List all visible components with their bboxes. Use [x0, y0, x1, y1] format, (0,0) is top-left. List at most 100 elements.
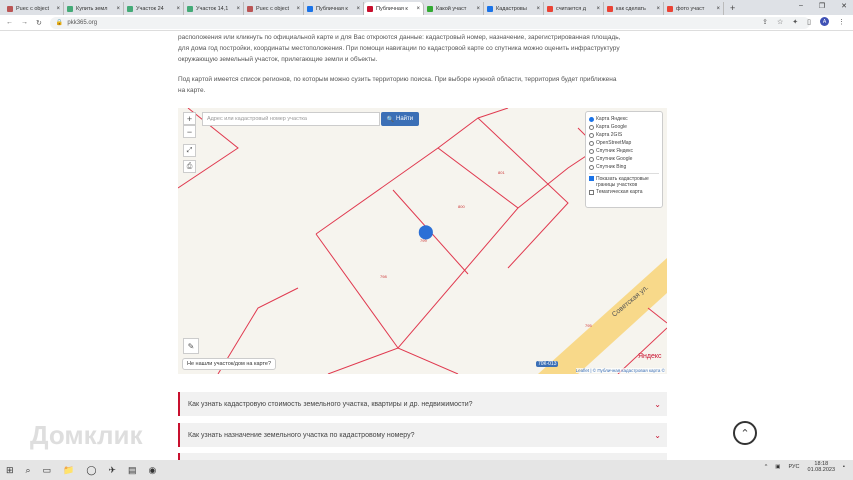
- favicon-icon: [427, 5, 433, 12]
- layer-option[interactable]: Спутник Google: [589, 155, 659, 163]
- search-input[interactable]: Адрес или кадастровый номер участка: [202, 112, 380, 126]
- layer-option[interactable]: Карта Яндекс: [589, 115, 659, 123]
- browser-tab[interactable]: Кадастровы ×: [484, 2, 544, 15]
- scroll-top-button[interactable]: ⌃: [733, 421, 757, 445]
- zoom-out-button[interactable]: −: [183, 125, 196, 138]
- thematic-option[interactable]: Тематическая карта: [589, 188, 659, 196]
- close-tab-icon[interactable]: ×: [296, 6, 300, 12]
- star-icon[interactable]: ☆: [777, 18, 783, 26]
- browser-tab[interactable]: считается д ×: [544, 2, 604, 15]
- tab-title: Рuес с object: [16, 5, 50, 12]
- close-tab-icon[interactable]: ×: [236, 6, 240, 12]
- network-icon[interactable]: ▣: [775, 464, 780, 470]
- measure-icon[interactable]: ⤢: [183, 144, 196, 157]
- road-badge: 70К-013: [536, 361, 559, 367]
- cadastral-map[interactable]: 801 800 799 798 795 Советская ул. 70К-01…: [178, 108, 667, 374]
- sidepanel-icon[interactable]: ▯: [807, 18, 811, 26]
- radio-button[interactable]: [589, 148, 594, 154]
- layer-option[interactable]: Карта Google: [589, 123, 659, 131]
- layer-label: Карта Яндекс: [596, 116, 628, 122]
- share-icon[interactable]: ⇪: [762, 18, 768, 26]
- lock-icon: 🔒: [55, 20, 64, 26]
- menu-icon[interactable]: ⋮: [838, 18, 845, 26]
- layer-option[interactable]: Карта 2GIS: [589, 131, 659, 139]
- task-view-icon[interactable]: ▭: [43, 465, 52, 476]
- favicon-icon: [127, 5, 133, 12]
- radio-button[interactable]: [589, 164, 594, 170]
- close-tab-icon[interactable]: ×: [116, 6, 120, 12]
- not-found-hint-button[interactable]: Не нашли участок/дом на карте?: [182, 358, 277, 370]
- checkbox[interactable]: [589, 176, 594, 181]
- whatsapp-icon[interactable]: ◯: [86, 465, 96, 476]
- layer-option[interactable]: Спутник Bing: [589, 163, 659, 171]
- reload-icon[interactable]: ↻: [36, 19, 42, 27]
- avatar[interactable]: А: [820, 17, 829, 26]
- browser-tab[interactable]: Купить земл ×: [64, 2, 124, 15]
- faq-item[interactable]: Как узнать кадастровую стоимость земельн…: [178, 392, 667, 416]
- layer-label: OpenStreetMap: [596, 140, 632, 146]
- show-borders-option[interactable]: Показать кадастровые границы участков: [589, 176, 659, 188]
- browser-tab[interactable]: Участок 24 ×: [124, 2, 184, 15]
- url-field[interactable]: 🔒 pkk365.org: [49, 16, 810, 29]
- close-tab-icon[interactable]: ×: [416, 6, 420, 12]
- layer-option[interactable]: OpenStreetMap: [589, 139, 659, 147]
- new-tab-button[interactable]: +: [730, 3, 735, 13]
- checkbox[interactable]: [589, 189, 594, 195]
- ruler-icon[interactable]: ✎: [183, 338, 199, 354]
- browser-tab[interactable]: Участок 14,1 ×: [184, 2, 244, 15]
- minimize-button[interactable]: –: [799, 2, 803, 10]
- browser-tab[interactable]: как сделать ×: [604, 2, 664, 15]
- close-tab-icon[interactable]: ×: [56, 6, 60, 12]
- app-icon[interactable]: ▤: [128, 465, 137, 476]
- explorer-icon[interactable]: 📁: [63, 465, 74, 476]
- close-button[interactable]: ✕: [841, 2, 847, 10]
- browser-tab[interactable]: Рuес с object ×: [244, 2, 304, 15]
- radio-button[interactable]: [589, 140, 594, 146]
- close-tab-icon[interactable]: ×: [536, 6, 540, 12]
- radio-button[interactable]: [589, 132, 594, 138]
- option-label: Показать кадастровые границы участков: [596, 176, 649, 188]
- maximize-button[interactable]: ❐: [819, 2, 825, 10]
- close-tab-icon[interactable]: ×: [656, 6, 660, 12]
- radio-button[interactable]: [589, 156, 594, 162]
- close-tab-icon[interactable]: ×: [476, 6, 480, 12]
- radio-button[interactable]: [589, 124, 594, 130]
- parcel-label: 798: [380, 274, 387, 279]
- map-attribution[interactable]: Leaflet | © Публичная кадастровая карта …: [575, 368, 665, 373]
- chrome-icon[interactable]: ◉: [148, 465, 156, 476]
- watermark: Домклик: [30, 420, 143, 450]
- favicon-icon: [67, 5, 73, 12]
- browser-tab[interactable]: фото участ ×: [664, 2, 724, 15]
- browser-tab[interactable]: Публичная к ×: [364, 2, 424, 15]
- tab-title: фото участ: [676, 5, 705, 12]
- close-tab-icon[interactable]: ×: [596, 6, 600, 12]
- browser-tab[interactable]: Какой участ ×: [424, 2, 484, 15]
- find-button[interactable]: 🔍 Найти: [381, 112, 419, 126]
- radio-button[interactable]: [589, 116, 594, 122]
- search-icon[interactable]: ⌕: [26, 465, 31, 476]
- layer-label: Спутник Bing: [596, 164, 627, 170]
- browser-tab[interactable]: Публичная к ×: [304, 2, 364, 15]
- tab-title: Публичная к: [316, 5, 348, 12]
- tab-strip: Рuес с object × Купить земл × Участок 24 × Уча…: [0, 0, 853, 15]
- close-tab-icon[interactable]: ×: [716, 6, 720, 12]
- close-tab-icon[interactable]: ×: [176, 6, 180, 12]
- clock[interactable]: 18:18 01.08.2023: [808, 461, 836, 473]
- windows-start-icon[interactable]: ⊞: [6, 465, 14, 476]
- forward-icon[interactable]: →: [21, 19, 28, 26]
- zoom-in-button[interactable]: +: [183, 112, 196, 125]
- browser-tab[interactable]: Рuес с object ×: [4, 2, 64, 15]
- back-icon[interactable]: ←: [6, 19, 13, 26]
- tray-arrow-icon[interactable]: ^: [765, 464, 768, 470]
- extensions-icon[interactable]: ✦: [792, 18, 798, 26]
- faq-item[interactable]: Как узнать назначение земельного участка…: [178, 423, 667, 447]
- location-pin-icon[interactable]: ⬤: [418, 223, 434, 240]
- notification-icon[interactable]: ▪: [843, 464, 845, 470]
- close-tab-icon[interactable]: ×: [356, 6, 360, 12]
- language-indicator[interactable]: РУС: [789, 464, 800, 470]
- telegram-icon[interactable]: ✈: [108, 465, 116, 476]
- print-icon[interactable]: ⎙: [183, 160, 196, 173]
- layer-option[interactable]: Спутник Яндекс: [589, 147, 659, 155]
- parcel-label: 795: [585, 323, 592, 328]
- tab-title: Участок 14,1: [196, 5, 229, 12]
